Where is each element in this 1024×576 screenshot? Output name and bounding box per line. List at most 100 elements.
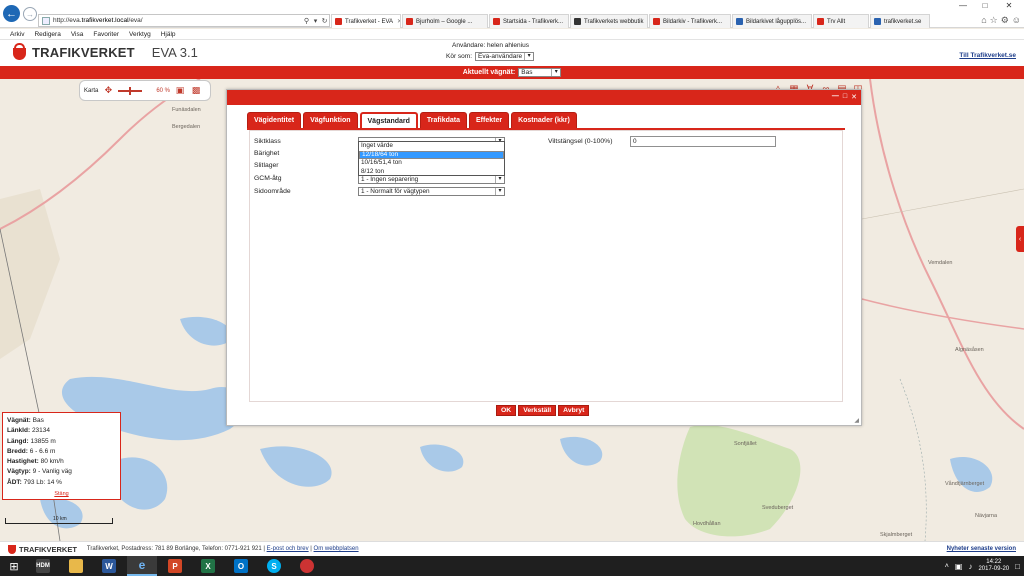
home-icon[interactable]: ⌂ bbox=[981, 15, 986, 26]
menu-item[interactable]: Visa bbox=[71, 31, 84, 38]
page-footer: TRAFIKVERKET Trafikverket, Postadress: 7… bbox=[0, 541, 1024, 556]
dialog-tab[interactable]: Effekter bbox=[469, 112, 510, 129]
notifications-icon[interactable]: □ bbox=[1015, 562, 1020, 571]
browser-tab[interactable]: Trv Allt bbox=[813, 14, 869, 28]
taskbar-excel[interactable]: X bbox=[193, 556, 223, 576]
viltstangsel-label: Viltstängsel (0-100%) bbox=[548, 138, 613, 145]
apply-button[interactable]: Verkställ bbox=[518, 405, 557, 416]
place-label: Funäsdalen bbox=[172, 107, 201, 113]
close-info-link[interactable]: Stäng bbox=[7, 489, 116, 499]
dropdown-option[interactable]: 8/12 ton bbox=[359, 168, 504, 177]
search-icon[interactable]: ⚲ bbox=[302, 17, 311, 25]
dropdown-icon[interactable]: ▾ bbox=[311, 17, 320, 25]
cancel-button[interactable]: Avbryt bbox=[558, 405, 590, 416]
browser-tab[interactable]: Trafikverket - EVA✕ bbox=[331, 14, 401, 28]
menu-item[interactable]: Arkiv bbox=[10, 31, 24, 38]
place-label: Algnäsåsen bbox=[955, 347, 984, 353]
info-label: LänkId: bbox=[7, 427, 31, 435]
tab-label: Startsida - Trafikverk... bbox=[503, 18, 564, 25]
link-trafikverket-se[interactable]: Till Trafikverket.se bbox=[959, 52, 1016, 59]
place-label: Hovdhållan bbox=[693, 521, 721, 527]
zoom-box-icon[interactable]: ▩ bbox=[190, 85, 202, 97]
dropdown-option[interactable]: 10/16/51,4 ton bbox=[359, 159, 504, 168]
viltstangsel-input[interactable]: 0 bbox=[630, 136, 776, 147]
zoom-extent-icon[interactable]: ▣ bbox=[174, 85, 186, 97]
restore-icon[interactable]: □ bbox=[843, 93, 847, 101]
address-bar[interactable]: http://eva.trafikverket.local/eva/ ⚲ ▾ ↻ bbox=[38, 14, 330, 27]
side-panel-toggle[interactable]: ‹ bbox=[1016, 226, 1024, 252]
windows-start-icon[interactable]: ⊞ bbox=[0, 556, 28, 576]
close-window-icon[interactable]: ✕ bbox=[998, 0, 1020, 12]
zoom-slider[interactable] bbox=[118, 86, 143, 95]
resize-grip-icon[interactable]: ◢ bbox=[854, 417, 859, 424]
taskbar-explorer[interactable] bbox=[61, 556, 91, 576]
email-link[interactable]: E-post och brev bbox=[267, 546, 309, 552]
info-row: LänkId: 23134 bbox=[7, 426, 116, 436]
ok-button[interactable]: OK bbox=[496, 405, 517, 416]
clock[interactable]: 14:22 2017-09-20 bbox=[978, 559, 1009, 573]
trafikverket-logo[interactable]: TRAFIKVERKET EVA 3.1 bbox=[12, 43, 198, 61]
taskbar-powerpoint[interactable]: P bbox=[160, 556, 190, 576]
dropdown-option[interactable]: Inget värde bbox=[359, 142, 504, 151]
tray-chevron-icon[interactable]: ˄ bbox=[945, 563, 949, 570]
menu-item[interactable]: Hjälp bbox=[161, 31, 176, 38]
pan-arrows-icon[interactable]: ✥ bbox=[102, 85, 114, 97]
about-link[interactable]: Om webbplatsen bbox=[314, 546, 359, 552]
dropdown-option[interactable]: 12/18/64 ton bbox=[359, 150, 504, 159]
tab-label: Bildarkiv - Trafikverk... bbox=[663, 18, 723, 25]
dialog-tab[interactable]: Vägfunktion bbox=[303, 112, 358, 129]
siktklass-label: Siktklass bbox=[254, 138, 281, 145]
browser-tab[interactable]: Bildarkivet lågupplös... bbox=[732, 14, 812, 28]
tab-label: Trafikverket - EVA bbox=[345, 18, 394, 25]
place-label: Skjalmberget bbox=[880, 532, 913, 538]
volume-icon[interactable]: ♪ bbox=[968, 562, 972, 571]
settings-gear-icon[interactable]: ⚙ bbox=[1001, 15, 1009, 26]
browser-tab[interactable]: Trafikverkets webbutik bbox=[570, 14, 648, 28]
dialog-tab[interactable]: Trafikdata bbox=[419, 112, 467, 129]
smiley-icon[interactable]: ☺ bbox=[1012, 15, 1021, 26]
gcm-select[interactable]: 1 - Ingen separering ▾ bbox=[358, 175, 505, 184]
run-as-select[interactable]: Eva-användare ▾ bbox=[475, 52, 535, 61]
tab-close-icon[interactable]: ✕ bbox=[397, 18, 400, 25]
dialog-tab[interactable]: Vägidentitet bbox=[247, 112, 302, 129]
arrow-left-icon: ← bbox=[6, 7, 17, 20]
place-label: Vemdalen bbox=[928, 260, 953, 266]
url-text[interactable]: http://eva.trafikverket.local/eva/ bbox=[53, 17, 302, 24]
taskbar-word[interactable]: W bbox=[94, 556, 124, 576]
menu-item[interactable]: Favoriter bbox=[93, 31, 119, 38]
dialog-titlebar[interactable]: — □ ✕ bbox=[227, 90, 861, 105]
info-row: Hastighet: 80 km/h bbox=[7, 457, 116, 467]
app-icon bbox=[300, 559, 314, 573]
taskbar-app[interactable] bbox=[292, 556, 322, 576]
network-icon[interactable]: ▣ bbox=[955, 562, 963, 571]
browser-toolbar: ← → http://eva.trafikverket.local/eva/ ⚲… bbox=[0, 0, 1024, 28]
taskbar-outlook[interactable]: O bbox=[226, 556, 256, 576]
forward-button[interactable]: → bbox=[23, 7, 37, 21]
browser-tab[interactable]: Bjurholm – Google ... bbox=[402, 14, 488, 28]
internet-explorer-icon: e bbox=[138, 558, 146, 572]
menu-item[interactable]: Verktyg bbox=[129, 31, 151, 38]
sidoomrade-select[interactable]: 1 - Normalt för vägtypen ▾ bbox=[358, 187, 505, 196]
browser-tab[interactable]: trafikverket.se bbox=[870, 14, 930, 28]
browser-tab[interactable]: Startsida - Trafikverk... bbox=[489, 14, 569, 28]
favorites-star-icon[interactable]: ☆ bbox=[990, 15, 998, 26]
maximize-window-icon[interactable]: □ bbox=[974, 0, 996, 12]
chevron-down-icon: ▾ bbox=[524, 53, 533, 60]
dialog-tab[interactable]: Kostnader (kkr) bbox=[511, 112, 577, 129]
network-select[interactable]: Bas ▾ bbox=[518, 68, 562, 77]
taskbar-ie[interactable]: e bbox=[127, 556, 157, 576]
barighet-dropdown-list[interactable]: Inget värde 12/18/64 ton 10/16/51,4 ton 8/1… bbox=[358, 141, 505, 176]
back-button[interactable]: ← bbox=[3, 5, 20, 22]
folder-icon bbox=[69, 559, 83, 573]
minimize-icon[interactable]: — bbox=[832, 93, 839, 101]
browser-tab[interactable]: Bildarkiv - Trafikverk... bbox=[649, 14, 731, 28]
taskbar-skype[interactable]: S bbox=[259, 556, 289, 576]
taskbar-hdm-app[interactable]: HDM bbox=[28, 556, 58, 576]
refresh-icon[interactable]: ↻ bbox=[320, 17, 329, 25]
excel-icon: X bbox=[201, 559, 215, 573]
dialog-tab[interactable]: Vägstandard bbox=[359, 112, 418, 129]
news-link[interactable]: Nyheter senaste version bbox=[947, 546, 1016, 552]
close-icon[interactable]: ✕ bbox=[851, 93, 857, 101]
minimize-window-icon[interactable]: — bbox=[952, 0, 974, 12]
menu-item[interactable]: Redigera bbox=[34, 31, 60, 38]
